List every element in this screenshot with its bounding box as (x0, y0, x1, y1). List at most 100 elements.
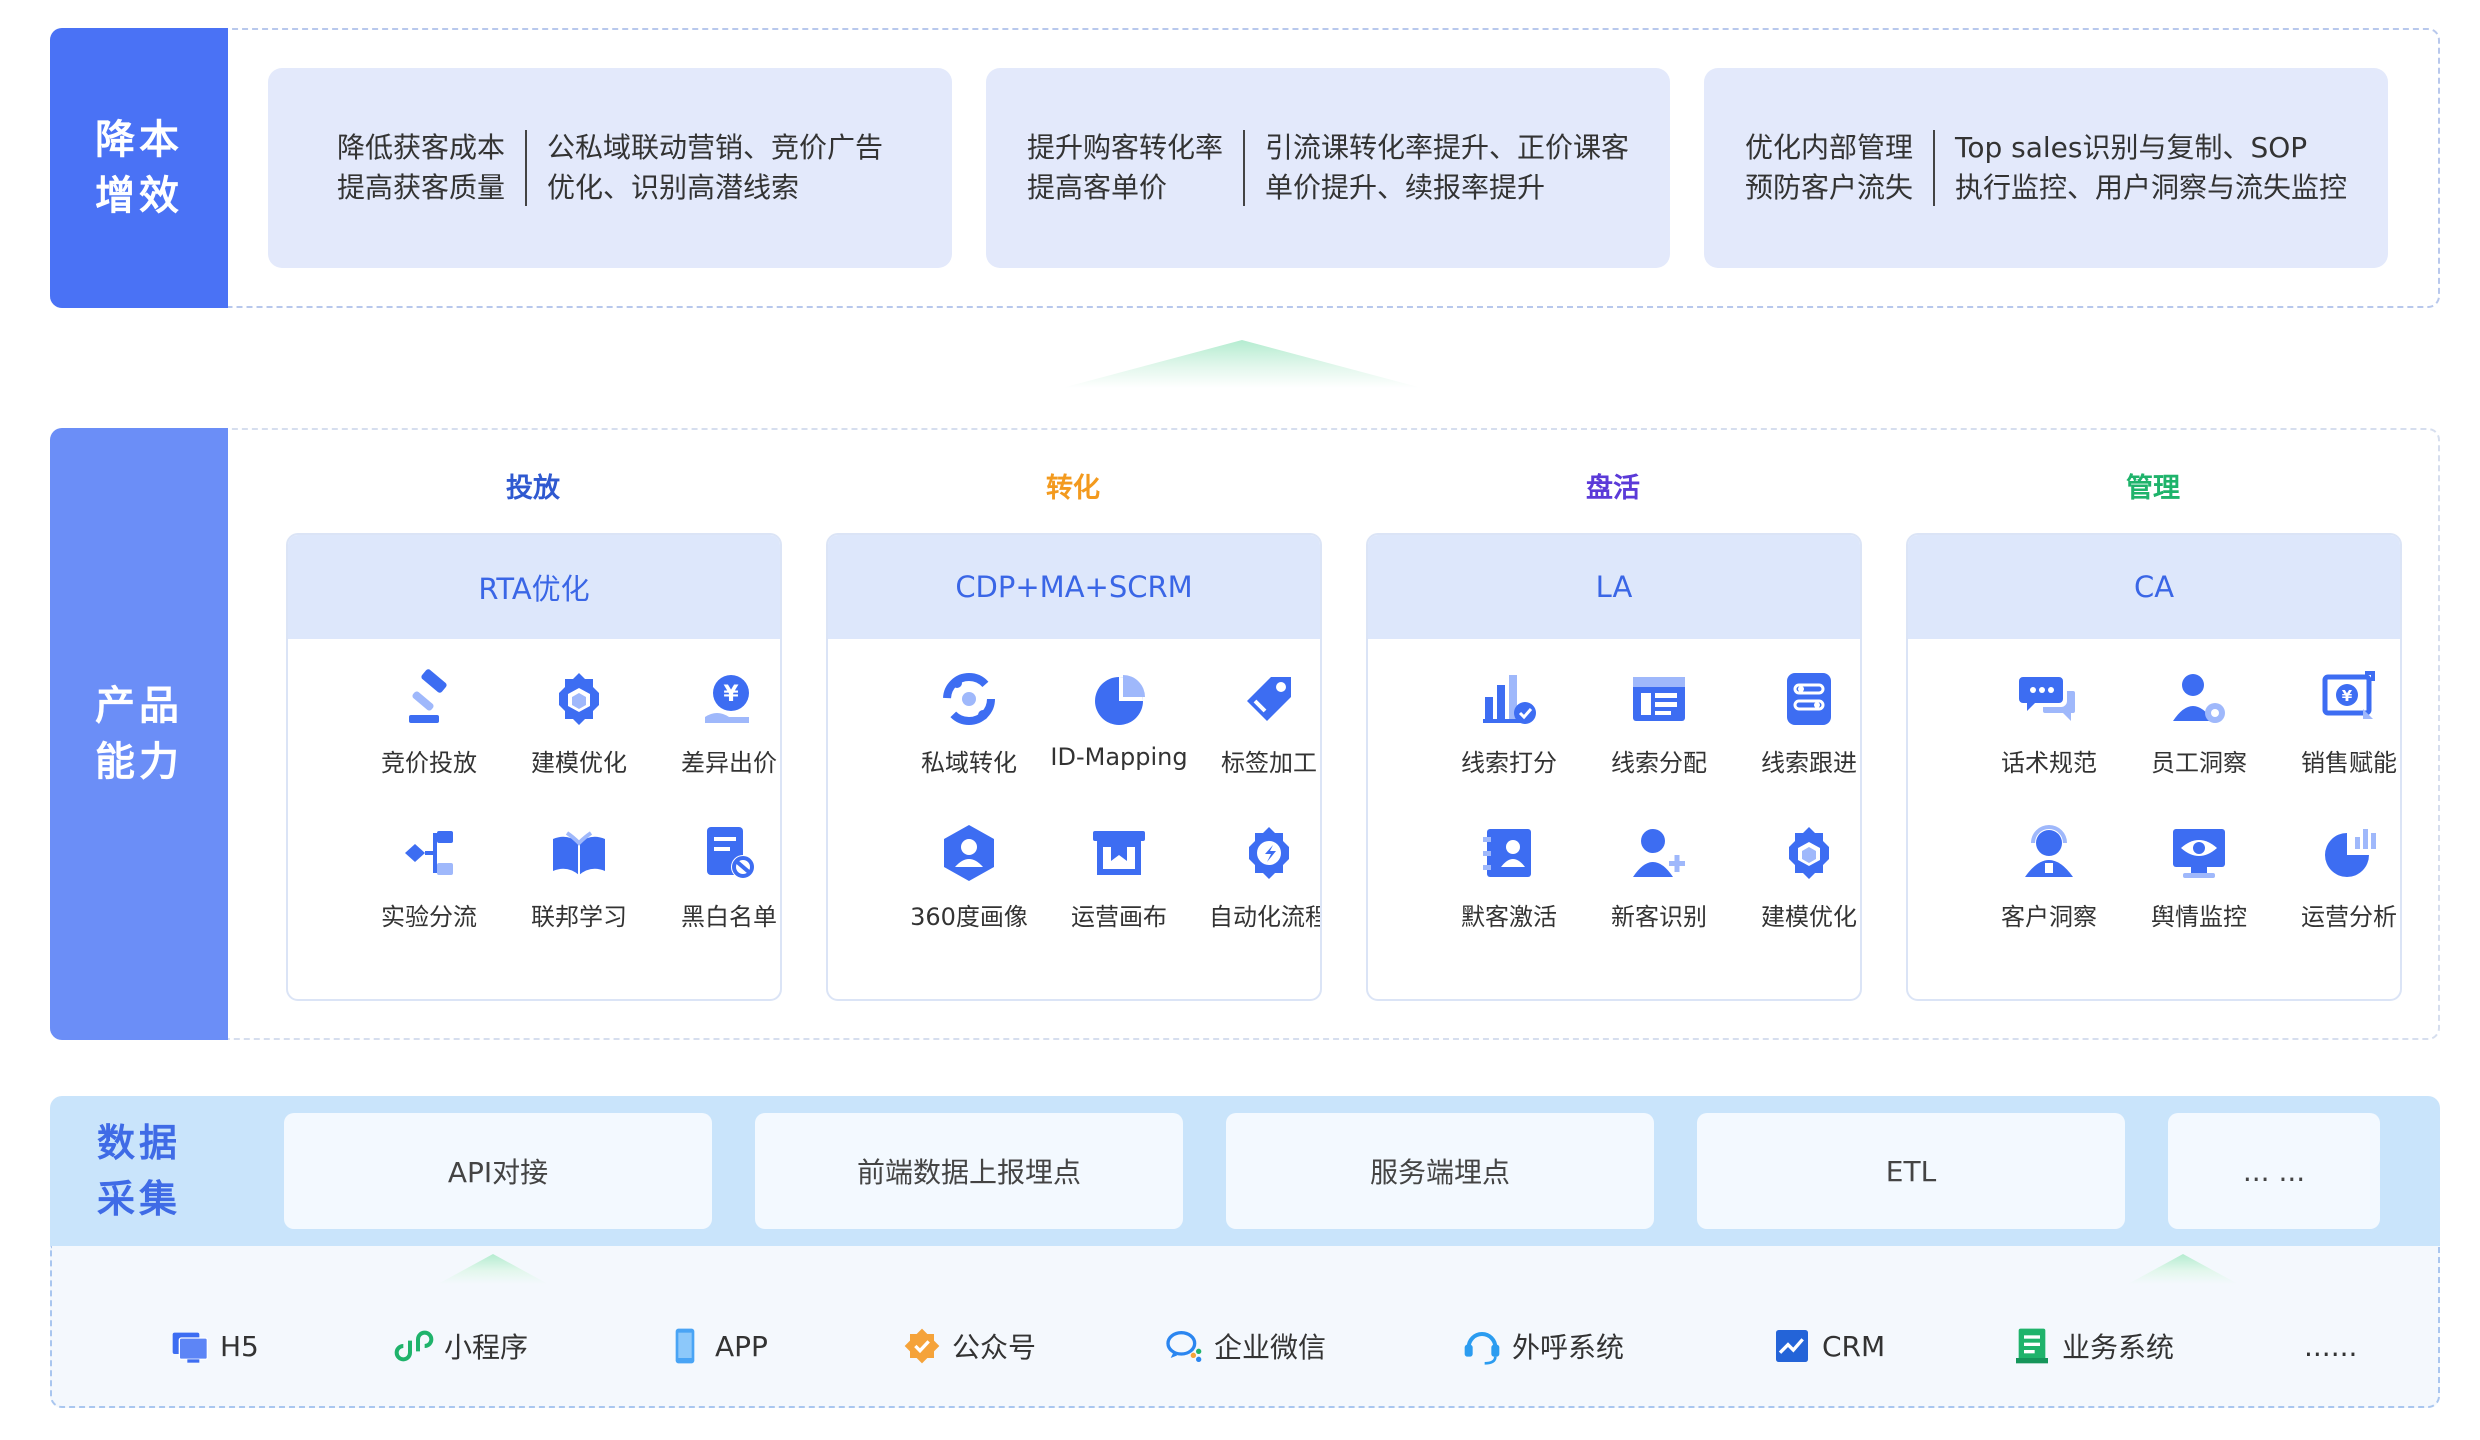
data-source: 小程序 (394, 1322, 528, 1370)
pie-bar-icon (2325, 829, 2376, 877)
feature-label: ID-Mapping (1050, 743, 1188, 771)
official-account-icon (904, 1328, 940, 1364)
goal-card-3: 优化内部管理 预防客户流失 Top sales识别与复制、SOP 执行监控、用户… (1704, 68, 2388, 268)
category-title: 盘活 (1586, 473, 1640, 504)
collect-method-label: ... ... (2242, 1154, 2306, 1188)
goal-card-2-detail: 引流课转化率提升、正价课客 单价提升、续报率提升 (1265, 131, 1630, 204)
feature-label: 建模优化 (1761, 903, 1857, 931)
feature-label: 私域转化 (921, 749, 1017, 777)
feature-label: 运营画布 (1071, 903, 1167, 931)
product-card: LA 线索打分 线索分配 线索跟进 默客激活 新客识别 建模优化 (1366, 533, 1862, 1001)
feature-item: 自动化流程 (1194, 823, 1322, 932)
goal-card-1-summary: 降低获客成本 提高获客质量 (336, 131, 505, 204)
collect-method-more: ... ... (2168, 1113, 2380, 1229)
chat-bubbles-icon (2019, 677, 2075, 721)
feature-item: 话术规范 (1974, 669, 2124, 778)
blocked-list-icon (707, 827, 755, 879)
mini-program-icon (394, 1330, 434, 1362)
goals-label-text: 降本 增效 (95, 117, 183, 219)
goal-card-2-summary: 提升购客转化率 提高客单价 (1026, 131, 1223, 204)
data-source-label: 公众号 (952, 1331, 1037, 1364)
data-source: 外呼系统 (1462, 1322, 1624, 1370)
data-source-label: APP (715, 1329, 768, 1363)
feature-item: ¥ 销售赋能 (2274, 669, 2400, 778)
collect-method-label: 服务端埋点 (1369, 1156, 1510, 1189)
category-title: 管理 (2126, 473, 2180, 504)
feature-item: 舆情监控 (2124, 823, 2274, 932)
pie-icon (1095, 675, 1145, 725)
collect-method-label: ETL (1885, 1154, 1937, 1188)
svg-text:¥: ¥ (723, 682, 739, 707)
collect-method-frontend: 前端数据上报埋点 (755, 1113, 1183, 1229)
product-card: RTA优化 竞价投放 建模优化 ¥ 差异出价 实验分流 联邦学习 黑白名单 (286, 533, 782, 1001)
feature-item: 线索分配 (1584, 669, 1734, 778)
contact-book-icon (1483, 829, 1531, 877)
feature-label: 话术规范 (2001, 749, 2097, 777)
product-card-title: CDP+MA+SCRM (828, 535, 1320, 639)
feature-label: 默客激活 (1461, 903, 1557, 931)
collect-method-etl: ETL (1697, 1113, 2125, 1229)
collect-method-server: 服务端埋点 (1226, 1113, 1654, 1229)
feature-item: ¥ 差异出价 (654, 669, 780, 778)
collect-method-api: API对接 (284, 1113, 712, 1229)
data-source-label: H5 (220, 1329, 259, 1363)
feature-label: 舆情监控 (2151, 903, 2247, 931)
feature-item: 客户洞察 (1974, 823, 2124, 932)
data-source: APP (665, 1322, 768, 1370)
feature-label: 标签加工 (1221, 749, 1317, 777)
feature-item: 运营分析 (2274, 823, 2400, 932)
feature-label: 销售赋能 (2301, 749, 2397, 777)
gear-flow-icon (1249, 827, 1289, 879)
feature-item: 新客识别 (1584, 823, 1734, 932)
products-label-text: 产品 能力 (95, 683, 183, 785)
wecom-icon (1166, 1331, 1202, 1362)
up-arrow-mound (1062, 340, 1422, 388)
feature-label: 运营分析 (2301, 903, 2397, 931)
gear-cube-icon (1789, 827, 1829, 879)
hexagon-user-icon (944, 825, 994, 881)
feature-label: 差异出价 (681, 749, 777, 777)
collect-method-label: API对接 (447, 1156, 549, 1189)
feature-grid: 话术规范 员工洞察 ¥ 销售赋能客户洞察 舆情监控 运营分析 (1908, 639, 2400, 999)
feature-label: 线索跟进 (1761, 749, 1857, 777)
feature-label: 线索打分 (1461, 749, 1557, 777)
user-add-icon (1633, 829, 1685, 877)
feature-item: 线索跟进 (1734, 669, 1860, 778)
data-source: 业务系统 (2012, 1322, 2174, 1370)
data-source-label: CRM (1822, 1329, 1886, 1363)
collect-method-label: 前端数据上报埋点 (856, 1156, 1081, 1189)
product-card: CDP+MA+SCRM 私域转化 ID-Mapping 标签加工 360度画像 运营画布 自… (826, 533, 1322, 1001)
feature-item: 联邦学习 (504, 823, 654, 932)
feature-grid: 私域转化 ID-Mapping 标签加工 360度画像 运营画布 自动化流程 (828, 639, 1322, 999)
feature-item: 默客激活 (1434, 823, 1584, 932)
headset-icon (1464, 1332, 1500, 1365)
h5-screen-icon (172, 1332, 208, 1363)
data-source: 企业微信 (1164, 1322, 1326, 1370)
goal-card-1-detail: 公私域联动营销、竞价广告 优化、识别高潜线索 (547, 131, 884, 204)
feature-item: 线索打分 (1434, 669, 1584, 778)
feature-label: 线索分配 (1611, 749, 1707, 777)
feature-label: 黑白名单 (681, 903, 777, 931)
feature-label: 新客识别 (1611, 903, 1707, 931)
data-source-label: 业务系统 (2062, 1331, 2175, 1364)
feature-item: 运营画布 (1044, 823, 1194, 932)
category-title: 投放 (506, 473, 560, 504)
gavel-icon (409, 669, 447, 723)
feature-item: 建模优化 (1734, 823, 1860, 932)
feature-item: 私域转化 (894, 669, 1044, 778)
data-source-label: 企业微信 (1214, 1331, 1327, 1364)
feature-label: 竞价投放 (381, 749, 477, 777)
feature-label: 员工洞察 (2151, 749, 2247, 777)
data-source-label: 小程序 (444, 1331, 529, 1364)
feature-label: 自动化流程 (1209, 903, 1322, 931)
data-source-label: ...... (2304, 1329, 2358, 1363)
yen-hand-icon: ¥ (705, 675, 749, 723)
score-chart-icon (1483, 675, 1536, 724)
business-system-icon (2016, 1328, 2048, 1364)
feature-grid: 竞价投放 建模优化 ¥ 差异出价 实验分流 联邦学习 黑白名单 (288, 639, 780, 999)
split-flow-icon (405, 831, 453, 875)
user-gear-icon (2173, 674, 2225, 723)
goal-card-3-summary: 优化内部管理 预防客户流失 (1744, 131, 1913, 204)
products-label: 产品 能力 (50, 428, 228, 1040)
feature-label: 360度画像 (910, 903, 1028, 931)
